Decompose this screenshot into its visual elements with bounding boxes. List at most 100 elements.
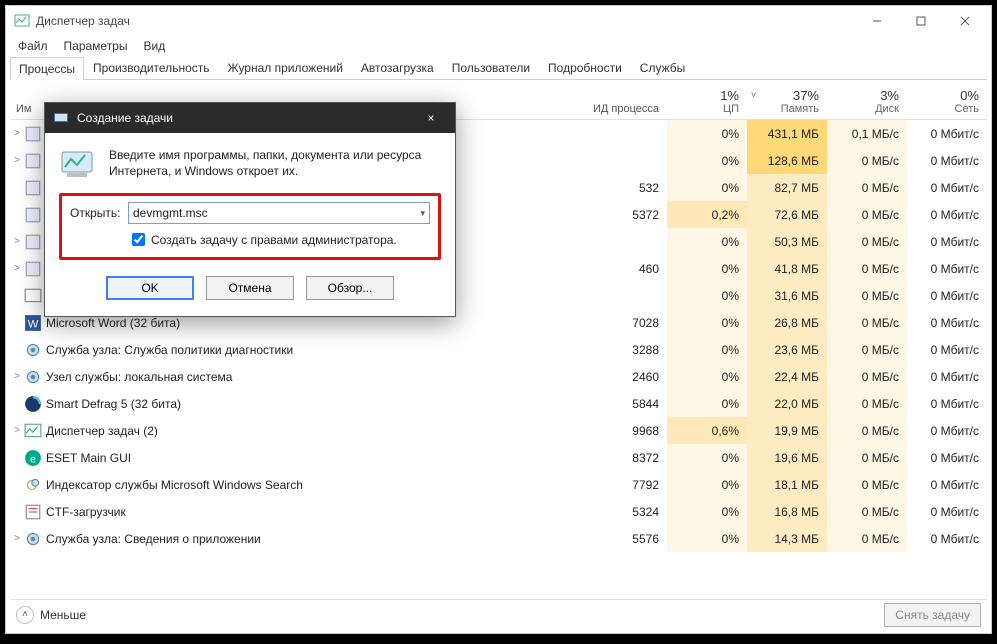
net-cell: 0 Мбит/с [907,120,987,147]
process-icon [24,126,42,142]
open-combobox[interactable]: devmgmt.msc ▾ [128,202,430,224]
col-memory[interactable]: ˅ 37% Память [747,84,827,119]
process-name: ESET Main GUI [46,451,577,465]
admin-checkbox[interactable] [132,233,145,246]
minimize-button[interactable] [855,7,899,35]
table-row[interactable]: >Диспетчер задач (2)99680,6%19,9 МБ0 МБ/… [10,417,987,444]
tab-performance[interactable]: Производительность [84,56,218,79]
process-name: Индексатор службы Microsoft Windows Sear… [46,478,577,492]
disk-cell: 0 МБ/с [827,471,907,498]
app-icon [14,13,30,29]
process-icon [24,504,42,520]
cpu-cell: 0% [667,471,747,498]
mem-cell: 22,4 МБ [747,363,827,390]
process-icon [24,423,42,439]
mem-cell: 19,9 МБ [747,417,827,444]
disk-cell: 0 МБ/с [827,336,907,363]
net-cell: 0 Мбит/с [907,201,987,228]
cpu-cell: 0,2% [667,201,747,228]
net-cell: 0 Мбит/с [907,228,987,255]
tab-app-history[interactable]: Журнал приложений [219,56,352,79]
col-net[interactable]: 0% Сеть [907,84,987,119]
net-cell: 0 Мбит/с [907,471,987,498]
ok-button[interactable]: OK [106,276,194,300]
expand-icon[interactable]: > [10,371,24,382]
net-cell: 0 Мбит/с [907,174,987,201]
col-cpu[interactable]: 1% ЦП [667,84,747,119]
disk-cell: 0 МБ/с [827,174,907,201]
table-row[interactable]: >Служба узла: Сведения о приложении55760… [10,525,987,552]
admin-checkbox-row[interactable]: Создать задачу с правами администратора. [70,230,430,249]
expand-icon[interactable]: > [10,236,24,247]
mem-cell: 26,8 МБ [747,309,827,336]
dropdown-icon[interactable]: ▾ [420,208,425,219]
cpu-cell: 0% [667,390,747,417]
expand-icon[interactable]: > [10,128,24,139]
table-row[interactable]: eESET Main GUI83720%19,6 МБ0 МБ/с0 Мбит/… [10,444,987,471]
process-icon [24,207,42,223]
end-task-button[interactable]: Снять задачу [884,603,981,627]
titlebar: Диспетчер задач [6,6,991,36]
dialog-close-button[interactable]: × [415,111,447,125]
process-icon [24,153,42,169]
admin-label: Создать задачу с правами администратора. [151,233,397,247]
tab-startup[interactable]: Автозагрузка [352,56,443,79]
process-name: Служба узла: Служба политики диагностики [46,343,577,357]
process-name: Microsoft Word (32 бита) [46,316,577,330]
dialog-instructions: Введите имя программы, папки, документа … [109,147,441,179]
sort-indicator-icon: ˅ [751,90,756,100]
col-disk[interactable]: 3% Диск [827,84,907,119]
browse-button[interactable]: Обзор... [306,276,394,300]
process-pid: 5576 [577,532,667,546]
close-button[interactable] [943,7,987,35]
menubar: Файл Параметры Вид [6,36,991,56]
window-title: Диспетчер задач [36,14,855,28]
expand-icon[interactable]: > [10,155,24,166]
cpu-cell: 0% [667,120,747,147]
expand-icon[interactable]: > [10,263,24,274]
process-icon [24,288,42,304]
fewer-details-icon[interactable]: ˄ [16,606,34,624]
tab-users[interactable]: Пользователи [443,56,539,79]
cancel-button[interactable]: Отмена [206,276,294,300]
highlight-box: Открыть: devmgmt.msc ▾ Создать задачу с … [59,193,441,260]
disk-cell: 0,1 МБ/с [827,120,907,147]
menu-file[interactable]: Файл [10,37,56,55]
tab-services[interactable]: Службы [631,56,694,79]
process-pid: 5844 [577,397,667,411]
table-row[interactable]: Индексатор службы Microsoft Windows Sear… [10,471,987,498]
cpu-cell: 0% [667,498,747,525]
cpu-cell: 0% [667,525,747,552]
menu-options[interactable]: Параметры [56,37,136,55]
table-row[interactable]: >Узел службы: локальная система24600%22,… [10,363,987,390]
cpu-cell: 0% [667,255,747,282]
process-pid: 5372 [577,208,667,222]
process-icon [24,396,42,412]
process-name: CTF-загрузчик [46,505,577,519]
process-icon [24,180,42,196]
expand-icon[interactable]: > [10,533,24,544]
run-dialog: Создание задачи × Введите имя программы,… [44,102,456,317]
disk-cell: 0 МБ/с [827,525,907,552]
process-pid: 3288 [577,343,667,357]
net-cell: 0 Мбит/с [907,525,987,552]
tab-processes[interactable]: Процессы [10,57,84,80]
table-row[interactable]: CTF-загрузчик53240%16,8 МБ0 МБ/с0 Мбит/с [10,498,987,525]
disk-cell: 0 МБ/с [827,444,907,471]
run-icon [59,147,99,183]
fewer-details-link[interactable]: Меньше [40,608,884,622]
process-pid: 532 [577,181,667,195]
table-row[interactable]: Smart Defrag 5 (32 бита)58440%22,0 МБ0 М… [10,390,987,417]
expand-icon[interactable]: > [10,425,24,436]
col-pid[interactable]: ИД процесса [577,99,667,119]
mem-cell: 22,0 МБ [747,390,827,417]
disk-cell: 0 МБ/с [827,498,907,525]
menu-view[interactable]: Вид [135,37,173,55]
disk-cell: 0 МБ/с [827,147,907,174]
process-icon [24,477,42,493]
table-row[interactable]: Служба узла: Служба политики диагностики… [10,336,987,363]
net-cell: 0 Мбит/с [907,444,987,471]
tab-details[interactable]: Подробности [539,56,631,79]
disk-cell: 0 МБ/с [827,228,907,255]
maximize-button[interactable] [899,7,943,35]
